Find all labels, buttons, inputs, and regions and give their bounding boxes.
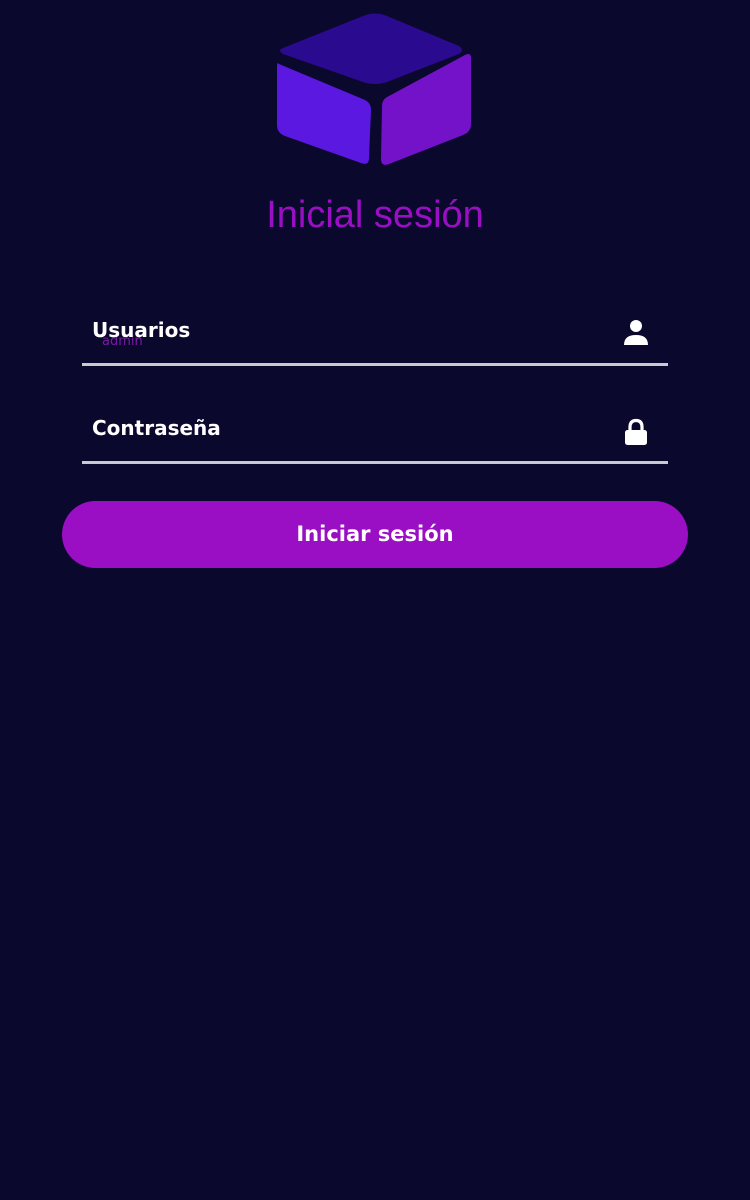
password-field[interactable]: Contraseña [82,411,668,464]
lock-icon [625,418,647,445]
user-icon [624,320,648,345]
cube-logo-icon [277,13,471,165]
password-label: Contraseña [92,416,221,440]
username-label: Usuarios [92,318,191,342]
login-button[interactable]: Iniciar sesión [62,501,688,568]
page-title: Inicial sesión [266,194,484,236]
username-field[interactable]: admin Usuarios [82,313,668,366]
